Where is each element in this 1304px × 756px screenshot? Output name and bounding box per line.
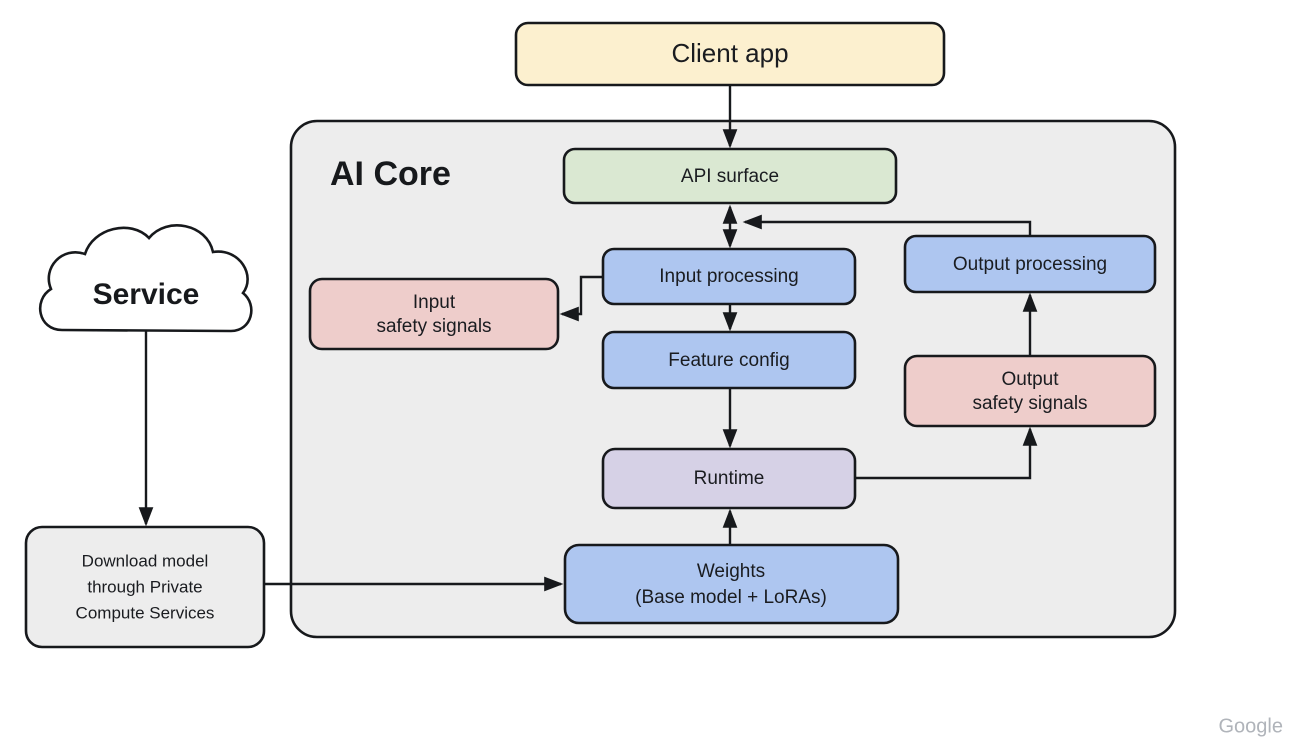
client-app-label: Client app — [671, 38, 788, 68]
output-processing-label: Output processing — [953, 254, 1107, 275]
node-weights[interactable]: Weights (Base model + LoRAs) — [563, 543, 900, 625]
input-safety-signals-label-line2: safety signals — [376, 316, 491, 337]
input-safety-signals-box[interactable] — [308, 277, 560, 351]
output-safety-signals-label-line1: Output — [1001, 369, 1059, 390]
weights-label-line1: Weights — [697, 561, 765, 582]
architecture-diagram: AI Core Service Client app API surface I… — [24, 21, 1284, 737]
node-feature-config[interactable]: Feature config — [601, 330, 857, 390]
output-safety-signals-box[interactable] — [903, 354, 1157, 428]
input-processing-label: Input processing — [659, 266, 798, 287]
download-model-label-line3: Compute Services — [76, 603, 215, 622]
node-input-processing[interactable]: Input processing — [601, 247, 857, 306]
node-runtime[interactable]: Runtime — [601, 447, 857, 510]
api-surface-label: API surface — [681, 166, 779, 187]
feature-config-label: Feature config — [668, 350, 789, 371]
weights-box[interactable] — [563, 543, 900, 625]
node-download-model[interactable]: Download model through Private Compute S… — [24, 525, 266, 649]
ai-core-title: AI Core — [330, 155, 451, 193]
node-input-safety-signals[interactable]: Input safety signals — [308, 277, 560, 351]
diagram-root: AI Core Service Client app API surface I… — [0, 0, 1304, 756]
node-client-app[interactable]: Client app — [514, 21, 946, 87]
node-api-surface[interactable]: API surface — [562, 147, 898, 205]
output-safety-signals-label-line2: safety signals — [972, 393, 1087, 414]
input-safety-signals-label-line1: Input — [413, 292, 456, 313]
download-model-label-line1: Download model — [82, 551, 209, 570]
weights-label-line2: (Base model + LoRAs) — [635, 587, 827, 608]
download-model-label-line2: through Private — [87, 577, 202, 596]
google-watermark: Google — [1219, 715, 1284, 737]
node-output-processing[interactable]: Output processing — [903, 234, 1157, 294]
node-output-safety-signals[interactable]: Output safety signals — [903, 354, 1157, 428]
runtime-label: Runtime — [694, 468, 765, 489]
service-cloud: Service — [38, 224, 253, 333]
service-cloud-label: Service — [93, 278, 200, 311]
